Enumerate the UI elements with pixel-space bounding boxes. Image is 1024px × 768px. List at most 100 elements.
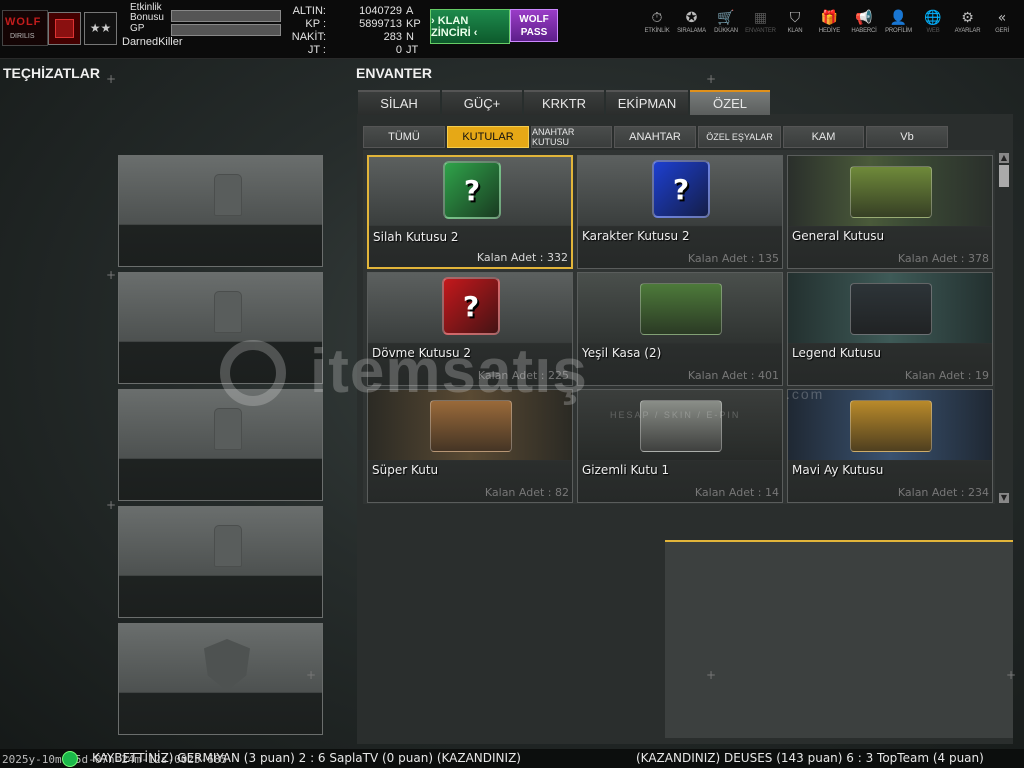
item-name: General Kutusu [792,229,885,243]
item-quantity: Kalan Adet : 19 [904,369,989,382]
nav-gear-button[interactable]: ⚙ AYARLAR [951,8,985,42]
nav-stopwatch-button[interactable]: ⏱ ETKİNLİK [640,8,674,42]
main-tab[interactable]: ÖZEL [690,90,770,115]
gear-icon: ⚙ [961,10,974,26]
stopwatch-icon: ⏱ [651,10,663,26]
equipment-title: TEÇHİZATLAR [3,65,100,81]
item-name: Gizemli Kutu 1 [582,463,670,477]
ticker-left-message: KAYBETTİNİZ) GERMIYAN (3 puan) 2 : 6 Sap… [92,751,521,765]
nav-globe-button[interactable]: 🌐 WEB [916,8,950,42]
item-name: Süper Kutu [372,463,439,477]
equipment-slot-1[interactable] [118,155,323,267]
spray-can-icon [214,525,242,567]
nav-inventory-button[interactable]: ▦ ENVANTER [744,8,778,42]
scroll-up-arrow-icon[interactable]: ▲ [999,153,1009,163]
nav-profile-button[interactable]: 👤 PROFİLİM [882,8,916,42]
player-name: DarnedKiller [122,36,183,48]
sub-tab[interactable]: Vb [866,126,948,148]
general-chest-icon [788,156,992,226]
decor-plus: + [1006,668,1017,682]
nav-cart-button[interactable]: 🛒 DÜKKAN [709,8,743,42]
equipment-slot-5[interactable] [118,623,323,735]
profile-icon: 👤 [889,10,908,26]
nav-label: SIRALAMA [677,28,706,34]
legend-chest-icon [788,273,992,343]
wolf-pass-button[interactable]: WOLF PASS [510,9,558,42]
inventory-icon: ▦ [753,10,768,26]
inventory-item-card[interactable]: General Kutusu Kalan Adet : 378 [787,155,993,269]
inventory-title: ENVANTER [356,65,432,81]
currency-units: A KP N JT [406,5,421,56]
medal-icon: ✪ [685,10,698,26]
equipment-slot-4[interactable] [118,506,323,618]
main-tab[interactable]: GÜÇ+ [442,90,522,115]
item-quantity: Kalan Adet : 234 [897,486,989,499]
item-quantity: Kalan Adet : 135 [687,252,779,265]
watermark-logo-icon [220,340,286,406]
gp-label: GP [130,23,145,34]
event-bonus-label: Etkinlik Bonusu [130,2,164,23]
item-info-panel [665,540,1013,738]
watermark: itemsatış HESAP / SKIN / E-PIN .com [220,330,822,420]
sub-tab[interactable]: TÜMÜ [363,126,445,148]
rank-stars: ★★ [84,12,117,45]
green-mystery-box-icon: ? [369,157,571,227]
watermark-subtext: HESAP / SKIN / E-PIN [610,410,741,420]
inventory-item-card[interactable]: Legend Kutusu Kalan Adet : 19 [787,272,993,386]
decor-plus: + [106,72,117,86]
nav-megaphone-button[interactable]: 📢 HABERCİ [847,8,881,42]
nav-label: HEDİYE [818,28,841,34]
decor-plus: + [706,72,717,86]
scroll-down-arrow-icon[interactable]: ▼ [999,493,1009,503]
globe-icon: 🌐 [924,10,942,26]
ticker-right-message: (KAZANDINIZ) DEUSES (143 puan) 6 : 3 Top… [636,751,984,765]
nav-medal-button[interactable]: ✪ SIRALAMA [675,8,709,42]
nav-back-arrows-button[interactable]: « GERİ [985,8,1019,42]
event-bonus-bar [171,10,281,22]
sub-tab[interactable]: ANAHTAR [614,126,696,148]
nav-gift-button[interactable]: 🎁 HEDİYE [813,8,847,42]
main-tab[interactable]: EKİPMAN [606,90,688,115]
blue-mystery-box-icon: ? [578,156,782,226]
main-tab[interactable]: SİLAH [358,90,440,115]
megaphone-icon: 📢 [855,10,873,26]
nav-label: GERİ [995,28,1009,34]
inventory-item-card[interactable]: ? Silah Kutusu 2 Kalan Adet : 332 [367,155,573,269]
nav-label: HABERCİ [851,28,877,34]
spray-can-icon [214,291,242,333]
nav-label: DÜKKAN [714,28,738,34]
decor-plus: + [706,668,717,682]
klan-chain-button[interactable]: › KLAN ZİNCİRİ ‹ [430,9,510,44]
inventory-item-card[interactable]: ? Karakter Kutusu 2 Kalan Adet : 135 [577,155,783,269]
item-scrollbar[interactable] [998,153,1010,505]
sub-tab[interactable]: ANAHTAR KUTUSU [531,126,612,148]
rank-badge [48,12,81,45]
sub-tab[interactable]: ÖZEL EŞYALAR [698,126,781,148]
nav-label: ENVANTER [745,28,776,34]
logo-subtext: DIRILIS [10,33,35,40]
clan-shield-icon: ⛉ [789,10,801,26]
sub-tab[interactable]: KAM [783,126,864,148]
currency-values: 1040729 5899713 283 0 [359,5,402,56]
cart-icon: 🛒 [717,10,735,26]
sub-tab[interactable]: KUTULAR [447,126,529,148]
item-quantity: Kalan Adet : 332 [476,251,568,264]
nav-label: KLAN [787,28,803,34]
watermark-domain: .com [786,386,825,402]
watermark-text: itemsatış [310,337,588,406]
back-arrows-icon: « [997,10,1007,26]
item-quantity: Kalan Adet : 82 [484,486,569,499]
scroll-thumb[interactable] [999,165,1009,187]
nav-clan-shield-button[interactable]: ⛉ KLAN [778,8,812,42]
shield-icon [204,639,250,691]
decor-plus: + [306,668,317,682]
gift-icon: 🎁 [820,10,839,26]
currency-labels: ALTIN: KP : NAKİT: JT : [291,5,326,56]
item-quantity: Kalan Adet : 14 [694,486,779,499]
main-tab[interactable]: KRKTR [524,90,604,115]
inventory-item-card[interactable]: Mavi Ay Kutusu Kalan Adet : 234 [787,389,993,503]
item-quantity: Kalan Adet : 378 [897,252,989,265]
nav-label: ETKİNLİK [644,28,670,34]
item-name: Karakter Kutusu 2 [582,229,690,243]
status-dot-icon [62,751,78,767]
